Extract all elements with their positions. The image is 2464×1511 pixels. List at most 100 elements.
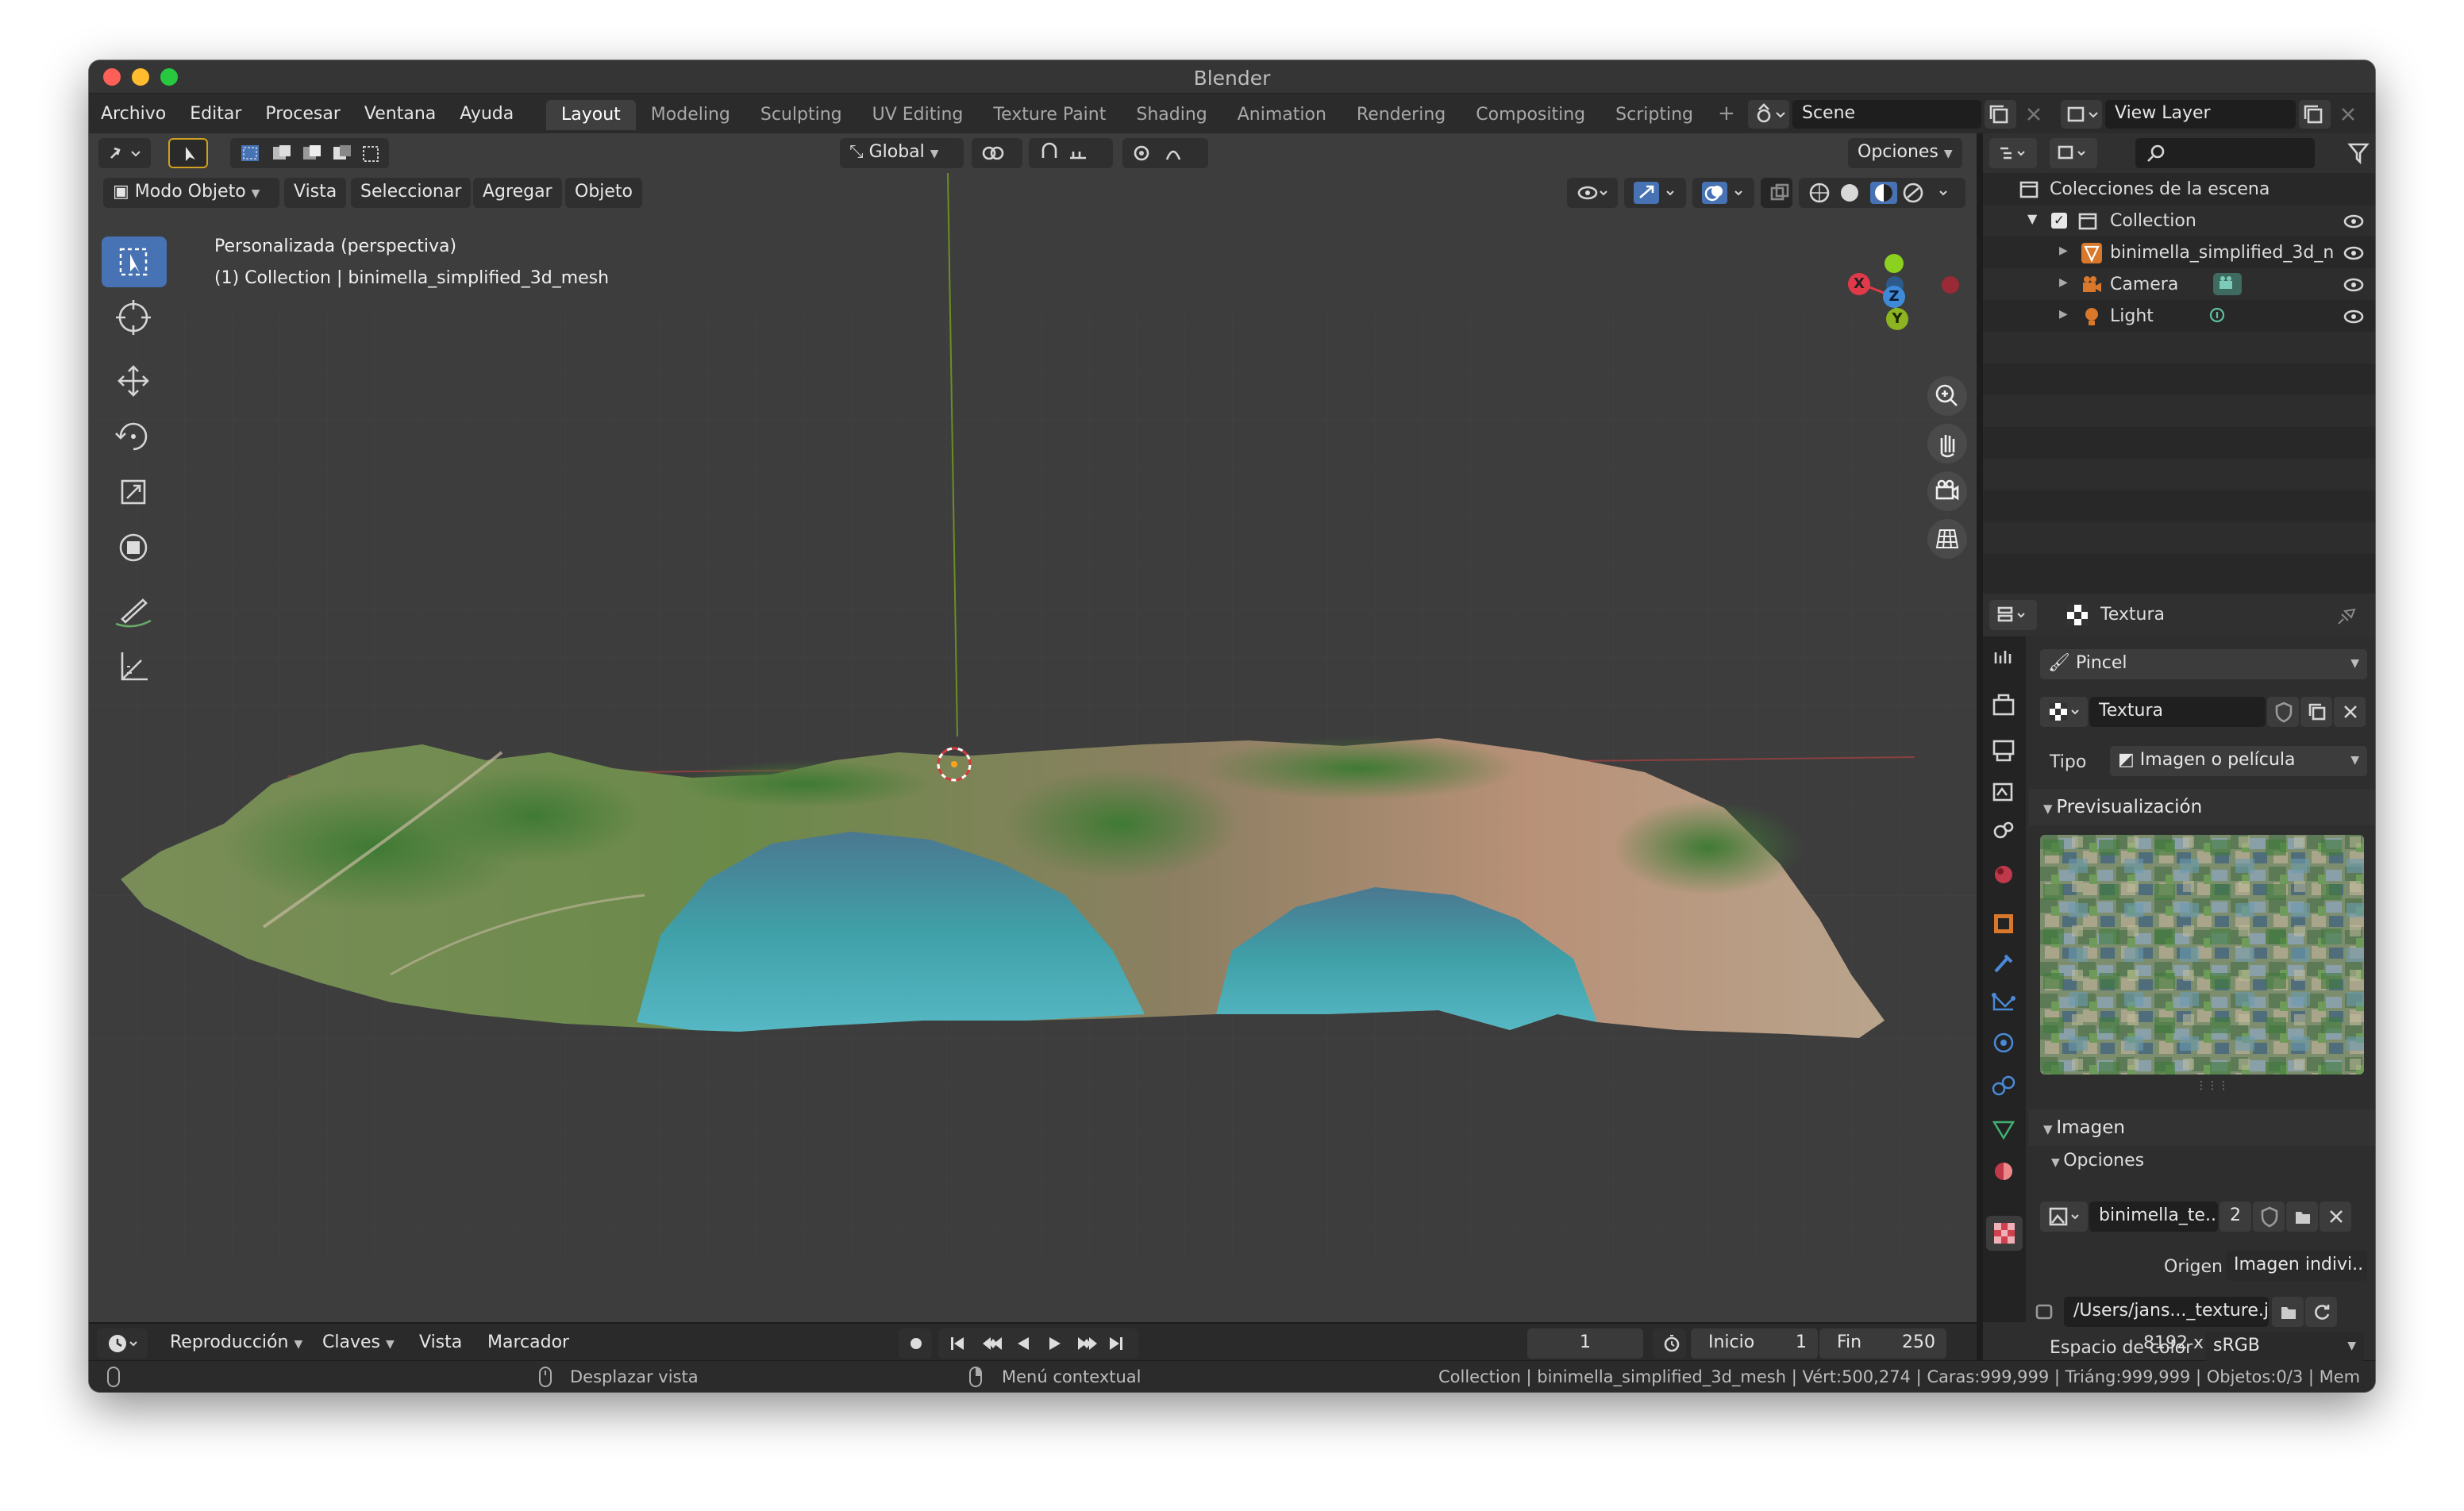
outliner-row-camera[interactable]: ▶ Camera [1983,268,2375,300]
zoom-view-button[interactable] [1927,376,1967,416]
menu-ayuda[interactable]: Ayuda [448,104,526,124]
outliner-search-input[interactable] [2135,138,2315,168]
eye-icon[interactable] [2340,210,2367,233]
menu-vista[interactable]: Vista [284,178,347,208]
tab-texture-paint[interactable]: Texture Paint [978,100,1121,130]
gizmo-x[interactable]: X [1848,273,1870,295]
gizmo-z[interactable]: Z [1883,286,1905,308]
image-filepath-field[interactable]: /Users/jans..._texture.jpg [2064,1297,2269,1327]
select-tool-button[interactable] [168,138,208,168]
texture-context-dropdown[interactable]: 🖌 Pincel ▼ [2040,649,2367,679]
tool-measure[interactable] [102,641,167,692]
image-name-field[interactable]: binimella_te.. [2089,1201,2218,1232]
texture-tab[interactable] [1986,1216,2023,1251]
scene-browse-button[interactable] [1748,100,1789,129]
tool-select-box[interactable] [102,236,167,287]
tool-scale[interactable] [102,467,167,517]
outliner-row-scene-collection[interactable]: Colecciones de la escena [1983,173,2375,205]
tab-shading[interactable]: Shading [1121,100,1222,130]
camera-view-button[interactable] [1927,471,1967,511]
tab-rendering[interactable]: Rendering [1342,100,1461,130]
timeline-editor-type[interactable] [97,1328,148,1359]
image-source-dropdown[interactable]: Imagen indivi.. [2226,1251,2367,1281]
outliner-editor-type[interactable] [1989,138,2037,168]
collapse-arrow-icon[interactable]: ▼ [2027,211,2037,226]
tool-rotate[interactable] [102,411,167,462]
outliner-row-collection[interactable]: ▼ ✓ Collection [1983,205,2375,236]
image-fake-user-toggle[interactable] [2253,1201,2285,1232]
pin-icon[interactable] [2335,603,2359,627]
proportional-editing-controls[interactable] [1122,138,1208,168]
light-data-icon[interactable] [2205,305,2229,329]
tab-compositing[interactable]: Compositing [1461,100,1600,130]
fake-user-toggle[interactable] [2267,697,2299,727]
gizmo-neg-y[interactable] [1885,254,1904,273]
current-frame-field[interactable]: 1 [1527,1328,1643,1359]
outliner-row-mesh[interactable]: ▶ binimella_simplified_3d_n [1983,236,2375,268]
menu-editar[interactable]: Editar [178,104,253,124]
auto-keying-button[interactable] [899,1328,932,1359]
outliner-row-light[interactable]: ▶ Light [1983,300,2375,332]
expand-arrow-icon[interactable]: ▶ [2059,308,2068,321]
add-workspace-button[interactable]: + [1708,100,1745,130]
pivot-point-dropdown[interactable] [972,138,1022,168]
gizmo-y[interactable]: Y [1886,308,1908,330]
unlink-texture-button[interactable] [2334,697,2366,727]
preview-section-header[interactable]: ▼ Previsualización [2029,789,2375,825]
transform-orientation-dropdown[interactable]: ⤡ Global ▼ [840,138,964,168]
tab-layout[interactable]: Layout [546,100,636,130]
navigation-gizmo[interactable]: X Z Y [1819,221,1962,363]
eye-icon[interactable] [2340,273,2367,297]
shading-modes[interactable] [1799,178,1965,208]
reload-image-button[interactable] [2305,1297,2337,1327]
color-space-dropdown[interactable]: sRGB ▼ [2205,1332,2364,1362]
tab-scripting[interactable]: Scripting [1600,100,1708,130]
options-dropdown[interactable]: Opciones ▼ [1848,138,1962,168]
menu-vista-timeline[interactable]: Vista [410,1328,472,1359]
3d-viewport[interactable]: ⤡ Global ▼ Opciones ▼ ▣ Modo Objeto ▼ Vi… [89,133,1977,1322]
snap-controls[interactable] [1029,138,1113,168]
playback-controls[interactable] [938,1328,1138,1359]
overlays-toggle[interactable] [1692,178,1754,208]
open-image-button[interactable] [2286,1201,2318,1232]
select-mode-buttons[interactable] [230,138,389,168]
delete-scene-button[interactable] [2018,100,2050,129]
editor-type-button[interactable] [98,138,151,168]
menu-ventana[interactable]: Ventana [352,104,448,124]
tab-uv-editing[interactable]: UV Editing [857,100,979,130]
menu-seleccionar[interactable]: Seleccionar [351,178,472,208]
view-layer-name-field[interactable]: View Layer [2105,100,2296,129]
new-view-layer-button[interactable] [2299,100,2331,129]
gizmo-neg-x[interactable] [1942,276,1959,294]
tab-animation[interactable]: Animation [1222,100,1342,130]
menu-archivo[interactable]: Archivo [89,104,178,124]
use-preview-range-button[interactable] [1653,1328,1686,1359]
unlink-image-button[interactable] [2320,1201,2351,1232]
expand-arrow-icon[interactable]: ▶ [2059,244,2068,257]
view-layer-browse-button[interactable] [2061,100,2102,129]
texture-browse-button[interactable] [2040,697,2088,727]
pan-view-button[interactable] [1927,424,1967,463]
texture-name-field[interactable]: Textura [2089,697,2266,727]
frame-start-field[interactable]: Inicio 1 [1691,1328,1818,1359]
menu-objeto[interactable]: Objeto [565,178,643,208]
tab-modeling[interactable]: Modeling [636,100,745,130]
menu-claves[interactable]: Claves ▼ [313,1328,404,1359]
display-mode-dropdown[interactable] [2050,138,2097,168]
tool-annotate[interactable] [102,586,167,636]
menu-procesar[interactable]: Procesar [253,104,352,124]
frame-end-field[interactable]: Fin 250 [1819,1328,1946,1359]
perspective-toggle-button[interactable] [1927,519,1967,559]
tool-cursor[interactable] [102,292,167,343]
filter-icon[interactable] [2347,141,2370,165]
tab-sculpting[interactable]: Sculpting [745,100,857,130]
browse-file-button[interactable] [2272,1297,2304,1327]
scene-name-field[interactable]: Scene [1792,100,1981,129]
new-texture-button[interactable] [2300,697,2332,727]
texture-type-dropdown[interactable]: ◩ Imagen o película ▼ [2110,746,2367,776]
gizmo-toggle[interactable] [1624,178,1686,208]
options-subsection-header[interactable]: ▼ Opciones [2051,1151,2144,1171]
properties-tab-strip[interactable] [1983,636,2026,1173]
mode-dropdown[interactable]: ▣ Modo Objeto ▼ [103,178,279,208]
image-section-header[interactable]: ▼ Imagen [2029,1109,2375,1146]
